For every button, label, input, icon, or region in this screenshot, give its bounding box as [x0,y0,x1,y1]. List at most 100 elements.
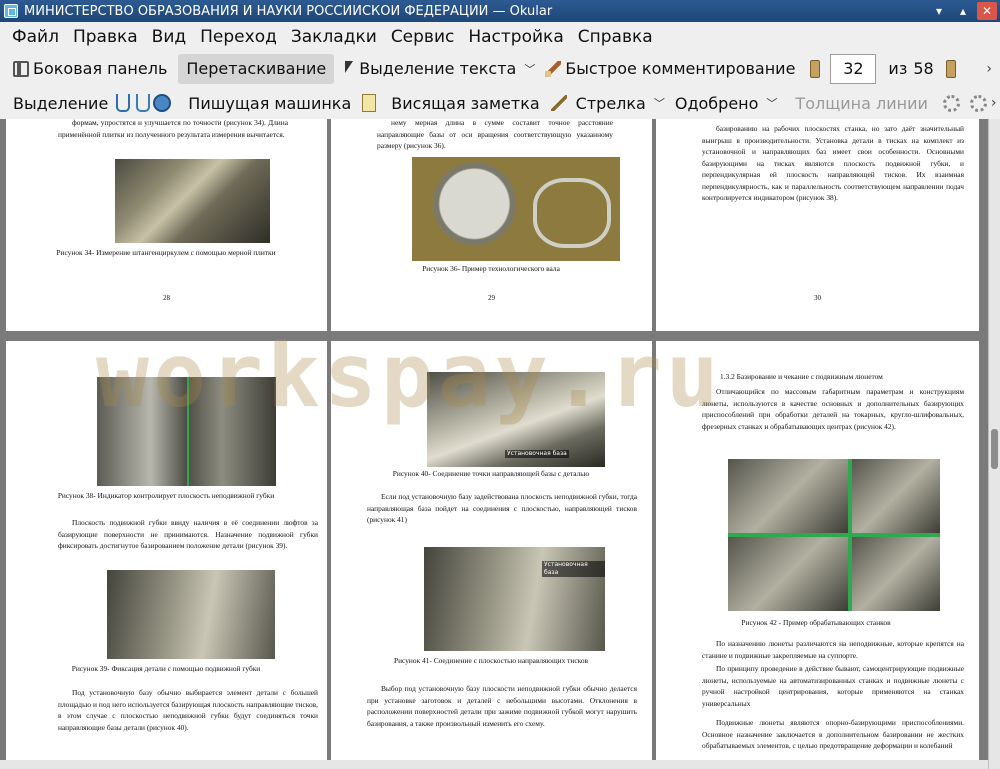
page-text: Отличающийся по массовым габаритным пара… [702,387,964,431]
figure-caption: Рисунок 41- Соединение с плоскостью напр… [393,656,589,665]
sidebar-icon [13,60,29,77]
photo-label: Установочная база [542,561,605,577]
chevron-down-icon[interactable]: ﹀ [524,61,535,77]
horizontal-scrollbar[interactable] [0,760,988,769]
page-text: Плоскость подвижной губки ввиду наличия … [58,518,318,550]
typewriter-label: Пишущая машинка [188,93,352,113]
menu-edit[interactable]: Правка [66,27,145,47]
cursor-icon [343,60,355,77]
figure-caption: Рисунок 40- Соединение точки направляюще… [392,469,590,478]
pen-icon [545,60,562,77]
page-text: Под установочную базу обычно выбирается … [58,688,318,732]
approved-stamp-button[interactable]: Одобрено ﹀ [670,88,783,118]
quick-comment-label: Быстрое комментирование [565,59,796,78]
maximize-button[interactable]: ▴ [953,2,973,20]
collage-tile [728,459,848,533]
figure-caption: Рисунок 36- Пример технологического вала [422,264,560,273]
drag-mode-label: Перетаскивание [186,59,327,78]
opacity-icon[interactable] [969,94,987,112]
menu-help[interactable]: Справка [571,27,660,47]
measurement-photo [115,159,270,243]
scrollbar-thumb[interactable] [991,429,998,469]
arrow-tool-label: Стрелка [575,93,646,113]
collage-tile [852,459,940,533]
photo-label: Установочная база [505,450,569,458]
toolbar-overflow-icon[interactable]: › [986,61,992,77]
previous-page-icon[interactable] [810,59,821,78]
underline-icon[interactable] [116,94,131,112]
figure-caption: Рисунок 34- Измерение штангенциркулем с … [56,248,276,257]
chevron-down-icon[interactable]: ﹀ [766,95,777,111]
hanging-note-label: Висящая заметка [391,93,540,113]
approved-stamp-label: Одобрено [674,93,759,113]
document-page-31: Рисунок 38- Индикатор контролирует плоск… [6,341,327,769]
chevron-down-icon[interactable]: ﹀ [654,95,665,111]
annotation-select-button[interactable]: Выделение [8,88,113,118]
technological-shaft-photo [412,157,620,261]
document-page-28: формам, упростятся и улучшается по точно… [6,119,327,331]
document-page-33: 1.3.2 Базирование и чекание с подвижным … [656,341,979,769]
window-title: МИНИСТЕРСТВО ОБРАЗОВАНИЯ И НАУКИ РОССИЙС… [24,3,553,19]
menu-file[interactable]: Файл [0,27,66,47]
sidebar-toggle-button[interactable]: Боковая панель [8,54,172,84]
arrow-icon [550,95,567,111]
close-button[interactable]: ✕ [977,2,997,20]
page-text: Выбор под установочную базу плоскости не… [367,684,637,728]
menu-bookmarks[interactable]: Закладки [284,27,384,47]
page-text: базированию на рабочих плоскостях станка… [702,124,964,202]
minimize-button[interactable]: ▾ [929,2,949,20]
page-text: нему мерная длина в сумме составит точно… [377,119,613,150]
page-number-input[interactable]: 32 [830,53,877,84]
okular-window: МИНИСТЕРСТВО ОБРАЗОВАНИЯ И НАУКИ РОССИЙС… [0,0,1000,769]
stamp-icon[interactable] [153,94,172,112]
arrow-tool-button[interactable]: Стрелка ﹀ [571,88,670,118]
indicator-photo [97,377,276,486]
annotation-toolbar: Выделение Пишущая машинка Висящая заметк… [0,86,1000,121]
drag-mode-button[interactable]: Перетаскивание [178,53,335,84]
color-icon[interactable] [942,94,960,112]
line-width-label: Толщина линии [795,93,928,113]
line-width-button[interactable]: Толщина линии [790,88,933,118]
figure-caption: Рисунок 42 - Пример обрабатывающих станк… [741,618,891,627]
page-number: 28 [163,294,170,302]
toolbar-overflow-icon[interactable]: › [991,95,997,111]
figure-caption: Рисунок 38- Индикатор контролирует плоск… [57,491,275,500]
page-text: формам, упростятся и улучшается по точно… [58,119,288,139]
menu-view[interactable]: Вид [145,27,193,47]
title-bar[interactable]: МИНИСТЕРСТВО ОБРАЗОВАНИЯ И НАУКИ РОССИЙС… [0,0,1000,22]
next-page-icon[interactable] [945,59,956,78]
vice-jaw-photo [107,570,275,659]
menu-go[interactable]: Переход [193,27,284,47]
menu-bar: Файл Правка Вид Переход Закладки Сервис … [0,22,1000,51]
collage-tile [852,537,940,611]
page-total: 58 [913,59,934,78]
hanging-note-button[interactable]: Висящая заметка [386,88,544,118]
text-select-label: Выделение текста [359,59,517,78]
page-number: 30 [814,294,821,302]
vertical-scrollbar[interactable] [988,119,1000,769]
base-connection-photo: Установочная база [427,372,605,467]
okular-app-icon [4,4,18,18]
machines-collage-photo [728,459,940,611]
quick-comment-button[interactable]: Быстрое комментирование [540,54,800,84]
menu-settings[interactable]: Настройка [461,27,570,47]
page-text: Подвижные люнеты являются опорно-базирую… [702,718,964,750]
document-page-29: нему мерная длина в сумме составит точно… [331,119,652,331]
typewriter-button[interactable]: Пишущая машинка [183,88,356,118]
text-select-button[interactable]: Выделение текста ﹀ [338,54,540,84]
vice-guides-photo: Установочная база [424,547,605,651]
page-of-label: из [888,59,908,78]
figure-caption: Рисунок 39- Фиксация детали с помощью по… [71,664,261,673]
page-text: По принципу проведение в действие бывают… [702,664,964,708]
document-page-32: Установочная база Рисунок 40- Соединение… [331,341,652,769]
page-text: Если под установочную базу задействована… [367,492,637,524]
inline-note-icon[interactable] [362,94,377,112]
document-page-30: базированию на рабочих плоскостях станка… [656,119,979,331]
page-text: По назначению люнеты различаются на непо… [702,639,964,660]
document-view[interactable]: формам, упростятся и улучшается по точно… [0,119,988,769]
main-toolbar: Боковая панель Перетаскивание Выделение … [0,51,1000,86]
page-current: 32 [843,59,864,78]
squiggle-underline-icon[interactable] [136,94,151,112]
menu-tools[interactable]: Сервис [384,27,462,47]
annotation-select-label: Выделение [13,93,109,113]
